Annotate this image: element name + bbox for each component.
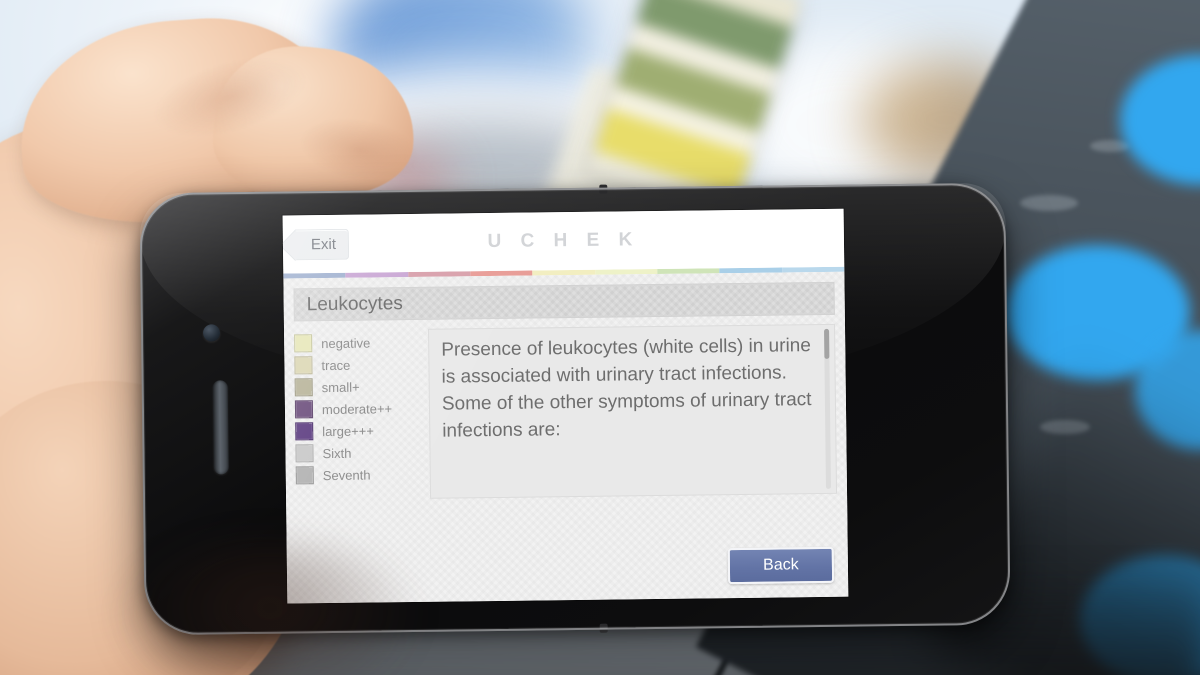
legend-item[interactable]: large+++ (295, 419, 429, 443)
legend-color-swatch (295, 444, 314, 463)
legend-color-swatch (295, 466, 314, 485)
app-header: Exit U C H E K (282, 208, 845, 274)
legend-color-swatch (294, 378, 313, 397)
legend-item-label: trace (321, 357, 351, 373)
phone-antenna-mark (599, 184, 608, 194)
desk-speckle (1020, 195, 1078, 211)
description-scrollbar[interactable] (824, 328, 831, 489)
legend-item-label: large+++ (322, 422, 375, 439)
front-camera-icon (202, 324, 221, 342)
description-text: Presence of leukocytes (white cells) in … (441, 335, 812, 442)
legend-color-swatch (294, 356, 313, 375)
exit-button[interactable]: Exit (294, 228, 350, 260)
description-box: Presence of leukocytes (white cells) in … (428, 323, 838, 499)
color-legend: negative trace small+ moderate++ large+++ Six… (294, 329, 430, 501)
description-scrollbar-thumb[interactable] (824, 328, 830, 359)
legend-item[interactable]: trace (294, 353, 428, 377)
legend-item-label: moderate++ (321, 400, 393, 417)
screenshot-root: Exit U C H E K Leukocytes negative trace s… (0, 0, 1200, 675)
phone-screen: Exit U C H E K Leukocytes negative trace s… (282, 208, 849, 604)
app-brand-logo: U C H E K (487, 229, 640, 253)
legend-item[interactable]: Sixth (295, 441, 429, 465)
legend-item-label: small+ (321, 379, 360, 395)
legend-item-label: negative (321, 334, 371, 351)
legend-item[interactable]: small+ (294, 375, 429, 399)
back-button[interactable]: Back (727, 546, 835, 585)
legend-color-swatch (294, 400, 314, 419)
result-panel: negative trace small+ moderate++ large+++ Six… (294, 323, 838, 501)
app-content-body: Leukocytes negative trace small+ moderate++… (283, 271, 849, 604)
legend-item-label: Sixth (322, 445, 352, 461)
exit-button-label: Exit (310, 235, 337, 253)
legend-color-swatch (294, 334, 313, 353)
page-title: Leukocytes (293, 281, 835, 322)
legend-item[interactable]: negative (294, 331, 428, 355)
legend-item-label: Seventh (322, 467, 371, 483)
legend-item[interactable]: moderate++ (294, 397, 429, 421)
earpiece-speaker (212, 380, 229, 475)
legend-color-swatch (295, 422, 314, 441)
legend-item[interactable]: Seventh (295, 463, 430, 487)
phone-antenna-mark (599, 623, 608, 633)
footer-actions: Back (727, 546, 835, 585)
